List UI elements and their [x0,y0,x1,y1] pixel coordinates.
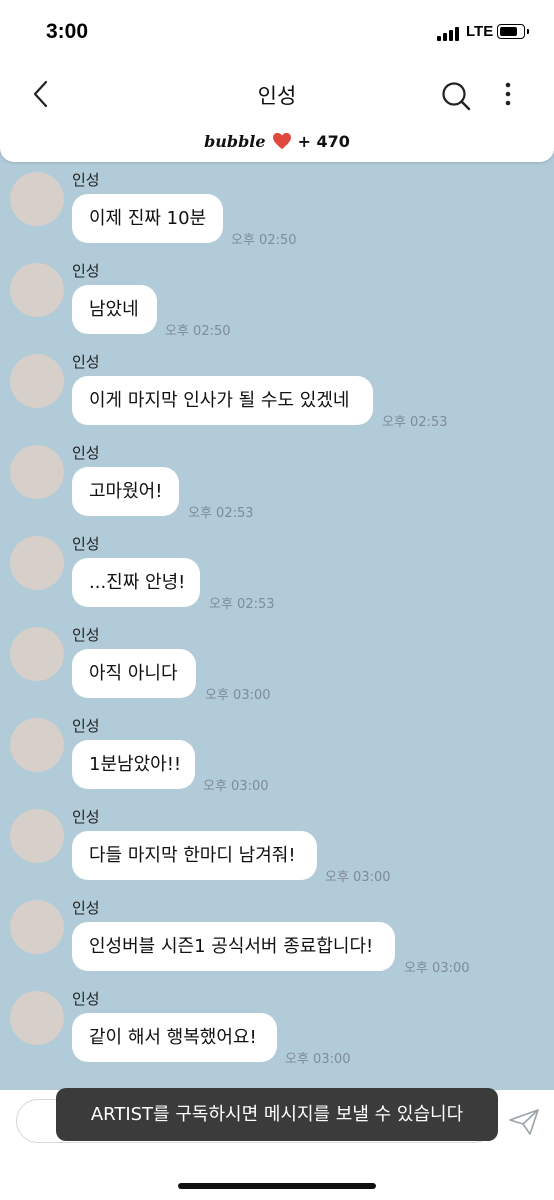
heart-icon [272,132,291,150]
chat-message: 인성 같이 해서 행복했어요! 오후 03:00 [0,981,554,1072]
message-bubble[interactable]: 1분남았아!! [72,740,195,789]
message-bubble[interactable]: 고마웠어! [72,467,179,516]
network-label: LTE [466,23,494,40]
message-bubble[interactable]: 아직 아니다 [72,649,196,698]
battery-icon [497,24,529,39]
sender-name: 인성 [72,353,100,371]
sender-name: 인성 [72,535,100,553]
sender-name: 인성 [72,990,100,1008]
avatar[interactable] [10,445,64,499]
avatar[interactable] [10,900,64,954]
status-bar: 3:00 LTE [0,0,554,64]
message-bubble[interactable]: 같이 해서 행복했어요! [72,1013,277,1062]
avatar[interactable] [10,172,64,226]
message-bubble[interactable]: 다들 마지막 한마디 남겨줘! [72,831,317,880]
message-bubble[interactable]: 이제 진짜 10분 [72,194,223,243]
sender-name: 인성 [72,262,100,280]
chat-message: 인성 남았네 오후 02:50 [0,253,554,344]
message-time: 오후 02:53 [382,415,448,430]
sender-name: 인성 [72,899,100,917]
message-time: 오후 02:50 [165,324,231,339]
chat-message: 인성 1분남았아!! 오후 03:00 [0,708,554,799]
sender-name: 인성 [72,444,100,462]
bubble-banner: bubble + 470 [0,124,554,162]
home-indicator [178,1183,376,1189]
avatar[interactable] [10,354,64,408]
chat-header: 인성 [0,64,554,125]
message-time: 오후 02:53 [188,506,254,521]
message-time: 오후 02:50 [231,233,297,248]
bubble-count: + 470 [297,132,350,151]
search-icon[interactable] [440,80,472,112]
send-icon[interactable] [508,1108,540,1136]
avatar[interactable] [10,809,64,863]
message-time: 오후 03:00 [404,961,470,976]
chat-message: 인성 고마웠어! 오후 02:53 [0,435,554,526]
message-bubble[interactable]: 남았네 [72,285,157,334]
avatar[interactable] [10,263,64,317]
sender-name: 인성 [72,808,100,826]
message-time: 오후 03:00 [203,779,269,794]
message-time: 오후 03:00 [325,870,391,885]
avatar[interactable] [10,718,64,772]
message-time: 오후 03:00 [205,688,271,703]
avatar[interactable] [10,991,64,1045]
status-time: 3:00 [46,20,89,43]
message-bubble[interactable]: 이게 마지막 인사가 될 수도 있겠네 [72,376,373,425]
sender-name: 인성 [72,171,100,189]
chat-message: 인성 아직 아니다 오후 03:00 [0,617,554,708]
message-time: 오후 02:53 [209,597,275,612]
more-options-icon[interactable] [498,78,518,110]
chat-area[interactable]: bubble + 470 인성 이제 진짜 10분 오후 02:50 인성 남았네… [0,124,554,1090]
chat-message: 인성 다들 마지막 한마디 남겨줘! 오후 03:00 [0,799,554,890]
message-bubble[interactable]: 인성버블 시즌1 공식서버 종료합니다! [72,922,395,971]
message-bubble[interactable]: ...진짜 안녕! [72,558,200,607]
sender-name: 인성 [72,626,100,644]
chat-message: 인성 인성버블 시즌1 공식서버 종료합니다! 오후 03:00 [0,890,554,981]
bubble-logo: bubble [204,132,266,151]
chat-message: 인성 이제 진짜 10분 오후 02:50 [0,162,554,253]
chat-message: 인성 ...진짜 안녕! 오후 02:53 [0,526,554,617]
avatar[interactable] [10,627,64,681]
avatar[interactable] [10,536,64,590]
chat-message: 인성 이게 마지막 인사가 될 수도 있겠네 오후 02:53 [0,344,554,435]
sender-name: 인성 [72,717,100,735]
message-time: 오후 03:00 [285,1052,351,1067]
signal-icon [437,27,463,41]
subscription-toast: ARTIST를 구독하시면 메시지를 보낼 수 있습니다 [56,1088,498,1141]
